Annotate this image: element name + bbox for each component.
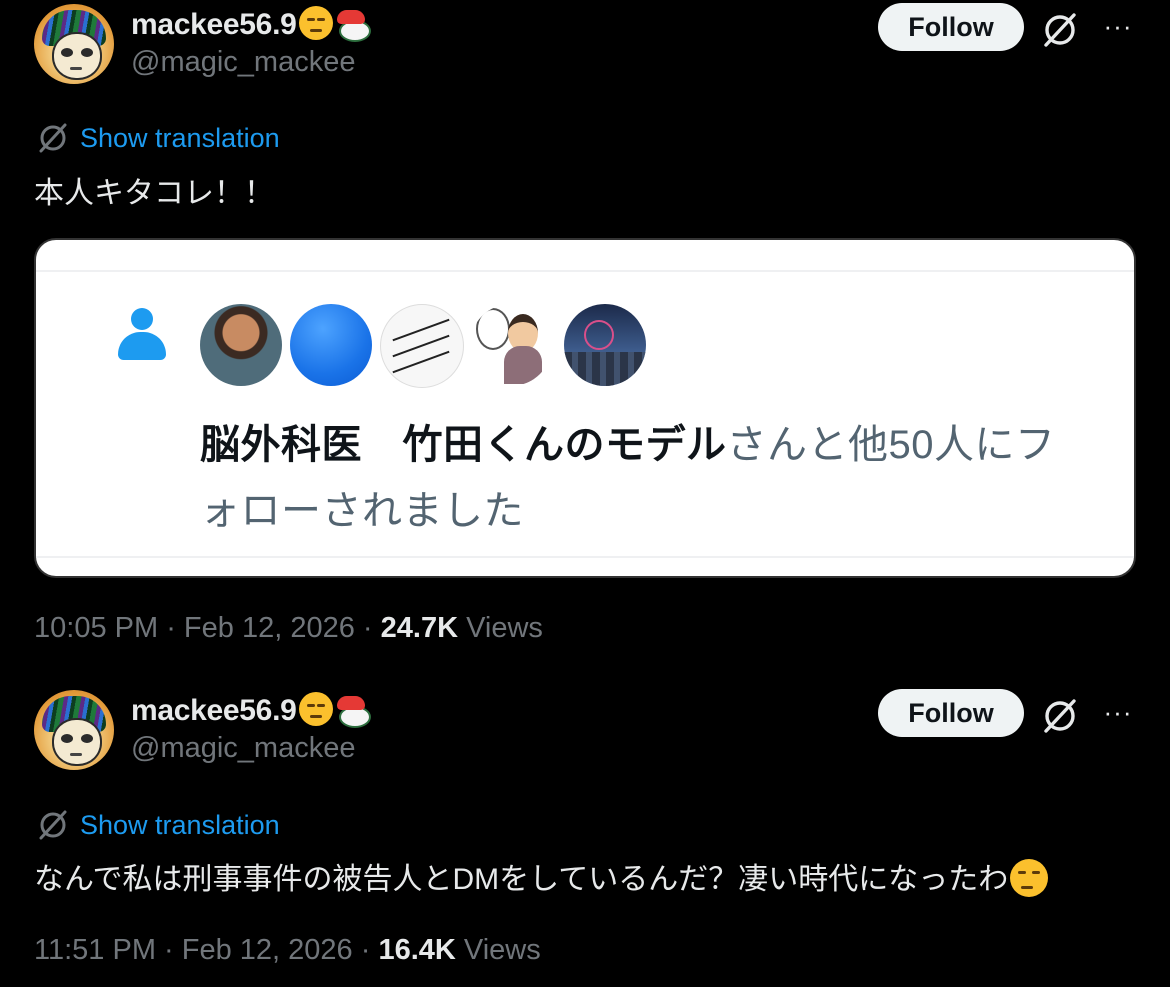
tweet-time[interactable]: 10:05 PM xyxy=(34,612,158,644)
tweet-date[interactable]: Feb 12, 2026 xyxy=(182,934,353,966)
views-label: Views xyxy=(466,612,543,644)
follower-avatar xyxy=(290,304,372,386)
grok-icon[interactable] xyxy=(1040,10,1080,50)
show-translation-label[interactable]: Show translation xyxy=(80,123,280,154)
tweet-text: 本人キタコレ！！ xyxy=(34,177,274,210)
handle[interactable]: @magic_mackee xyxy=(131,732,355,765)
display-name[interactable]: mackee56.9 xyxy=(131,6,371,42)
display-name-text[interactable]: mackee56.9 xyxy=(131,694,297,727)
tweet-text: なんで私は刑事事件の被告人とDMをしているんだ？凄い時代になったわ xyxy=(34,854,1049,898)
avatar[interactable] xyxy=(34,4,114,84)
tweet: mackee56.9 @magic_mackee Follow ··· Show… xyxy=(0,0,1170,660)
followed-by-text: 脳外科医 竹田くんのモデルさんと他50人にフ xyxy=(200,412,1056,470)
show-translation-link[interactable]: Show translation xyxy=(36,120,280,156)
views-count: 16.4K xyxy=(378,934,456,966)
tweet-meta: 11:51 PM · Feb 12, 2026 · 16.4K Views xyxy=(34,934,541,966)
follower-avatar xyxy=(564,304,646,386)
handle[interactable]: @magic_mackee xyxy=(131,46,355,79)
sushi-emoji-icon xyxy=(335,692,371,728)
divider xyxy=(36,270,1134,272)
person-icon xyxy=(118,308,166,360)
views-label: Views xyxy=(463,934,541,966)
follower-avatar xyxy=(200,304,282,386)
sushi-emoji-icon xyxy=(335,6,371,42)
display-name-text[interactable]: mackee56.9 xyxy=(131,8,297,41)
views-count: 24.7K xyxy=(380,612,459,644)
tweet-date[interactable]: Feb 12, 2026 xyxy=(184,612,355,644)
grok-icon[interactable] xyxy=(1040,696,1080,736)
unamused-face-emoji-icon xyxy=(1010,859,1049,897)
quoted-image-card[interactable]: 脳外科医 竹田くんのモデルさんと他50人にフ ォローされました xyxy=(34,238,1136,578)
more-icon[interactable]: ··· xyxy=(1098,696,1138,728)
followed-by-rest: さんと他50人にフ xyxy=(726,423,1056,467)
follower-avatar xyxy=(380,304,464,388)
followed-by-text-line2: ォローされました xyxy=(200,489,524,533)
unamused-face-emoji-icon xyxy=(298,6,333,40)
divider xyxy=(36,556,1134,558)
tweet-text-content: なんで私は刑事事件の被告人とDMをしているんだ？凄い時代になったわ xyxy=(34,863,1009,896)
translate-icon xyxy=(39,123,67,153)
tweet-meta: 10:05 PM · Feb 12, 2026 · 24.7K Views xyxy=(34,612,543,644)
unamused-face-emoji-icon xyxy=(298,692,333,726)
tweet-time[interactable]: 11:51 PM xyxy=(34,934,156,966)
show-translation-label[interactable]: Show translation xyxy=(80,810,280,841)
more-icon[interactable]: ··· xyxy=(1098,10,1138,42)
follower-avatar xyxy=(470,304,552,386)
show-translation-link[interactable]: Show translation xyxy=(36,807,280,843)
follow-button[interactable]: Follow xyxy=(878,3,1024,51)
avatar[interactable] xyxy=(34,690,114,770)
display-name[interactable]: mackee56.9 xyxy=(131,692,371,728)
translate-icon xyxy=(39,810,67,840)
followed-by-name: 脳外科医 竹田くんのモデル xyxy=(200,423,727,467)
follow-button[interactable]: Follow xyxy=(878,689,1024,737)
tweet: mackee56.9 @magic_mackee Follow ··· Show… xyxy=(0,686,1170,987)
